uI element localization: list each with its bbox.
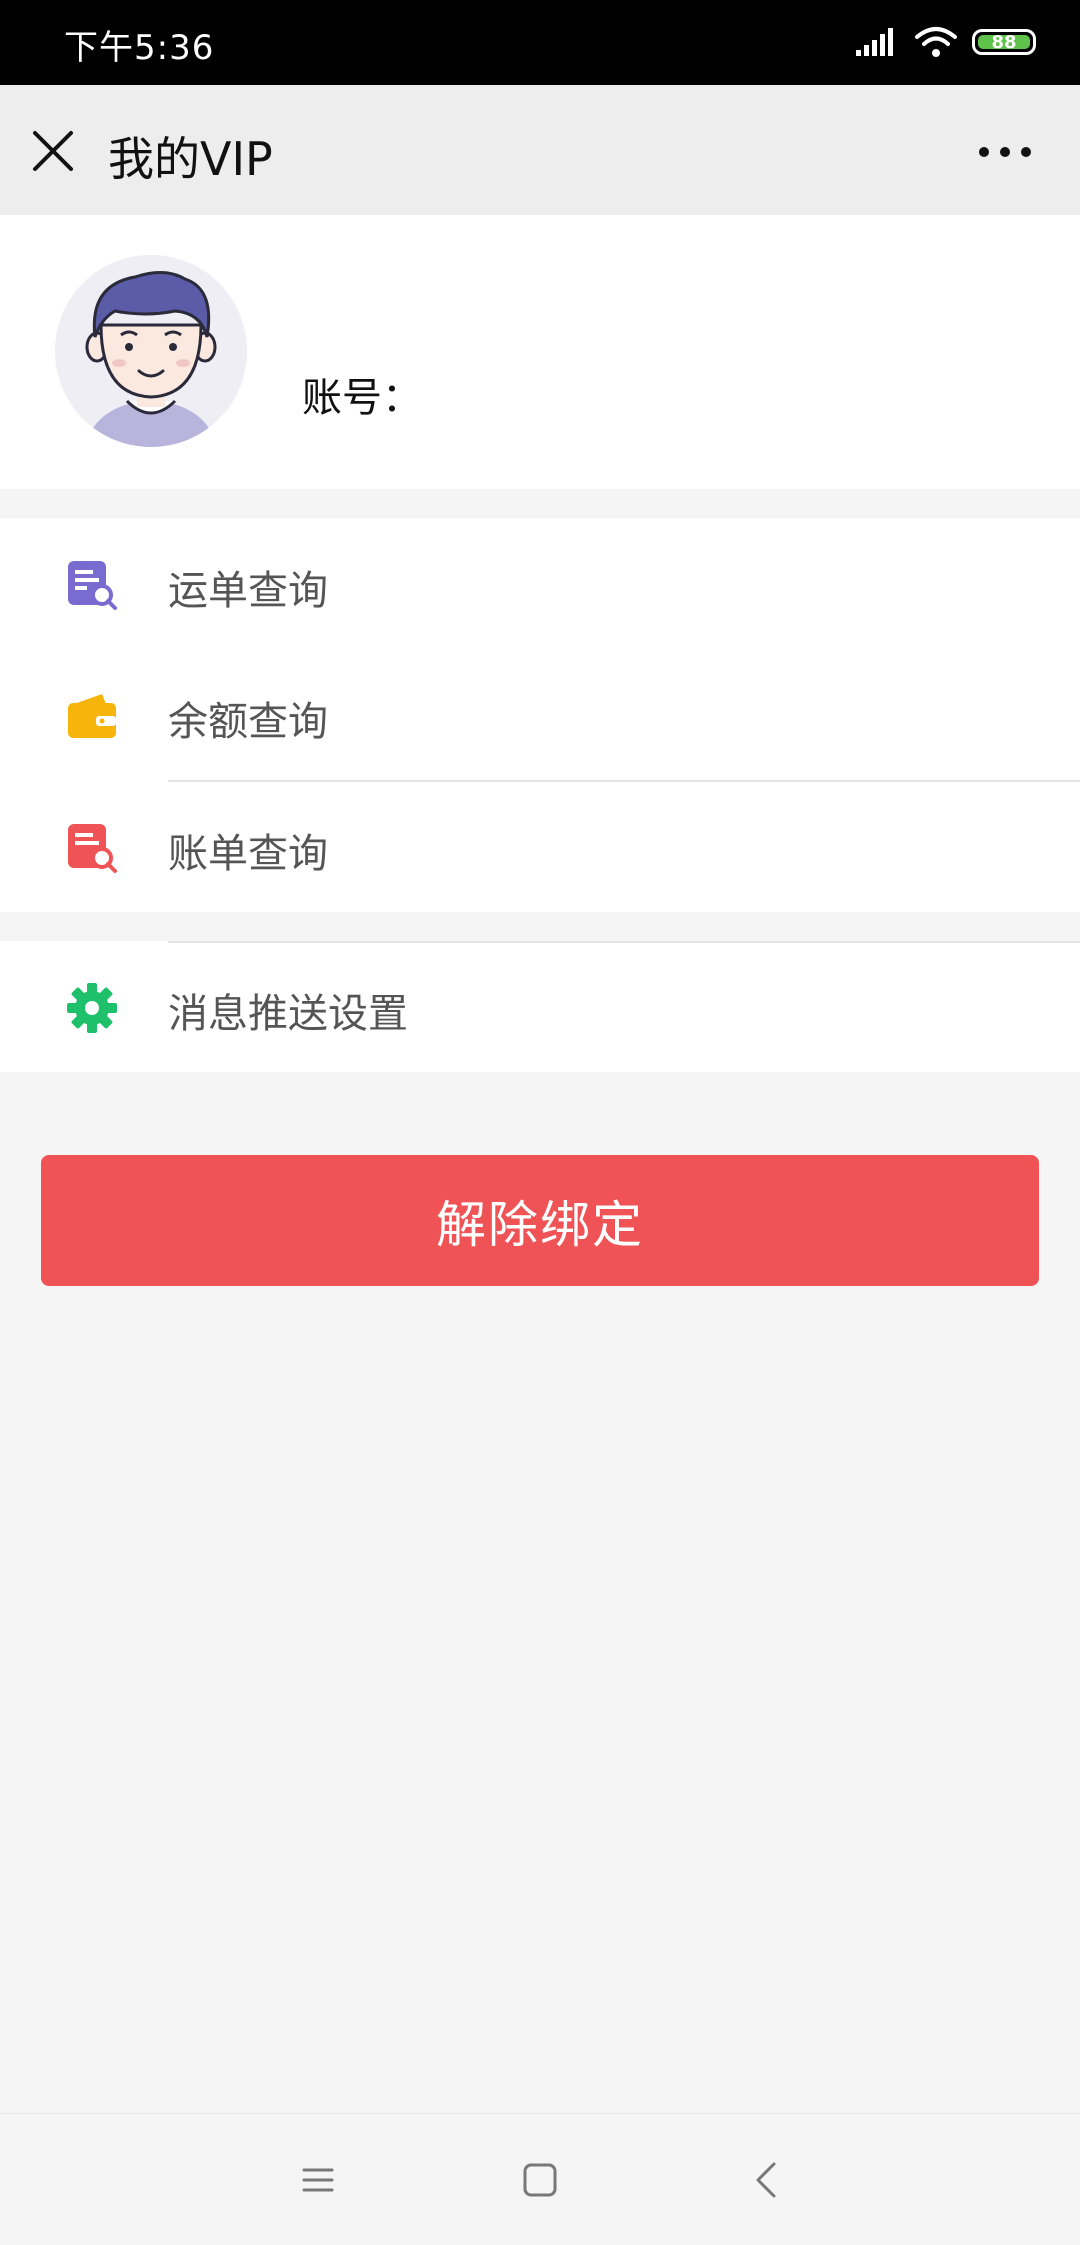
menu-icon[interactable] — [294, 2156, 342, 2204]
status-bar: 下午5:36 88 — [0, 0, 1080, 85]
menu-item-waybill-search[interactable]: 运单查询 — [0, 518, 1080, 649]
more-icon[interactable] — [975, 140, 1035, 164]
page-title: 我的VIP — [108, 132, 273, 186]
menu-item-bill-search[interactable]: 账单查询 — [0, 781, 1080, 912]
avatar — [55, 255, 247, 447]
home-icon[interactable] — [516, 2156, 564, 2204]
signal-icon — [856, 28, 893, 56]
avatar-illustration — [55, 255, 247, 447]
title-bar: 我的VIP — [0, 85, 1080, 215]
status-time: 下午5:36 — [64, 28, 215, 68]
wifi-icon — [915, 27, 957, 57]
unbind-button[interactable]: 解除绑定 — [41, 1155, 1039, 1286]
menu-item-label: 账单查询 — [168, 831, 328, 877]
wallet-icon — [68, 694, 116, 738]
menu-item-balance-search[interactable]: 余额查询 — [0, 649, 1080, 780]
battery-level: 88 — [978, 34, 1030, 52]
settings-group: 消息推送设置 — [0, 941, 1080, 1072]
menu-item-label: 消息推送设置 — [168, 991, 408, 1037]
system-nav-bar — [0, 2113, 1080, 2245]
menu-item-label: 余额查询 — [168, 699, 328, 745]
close-icon[interactable] — [32, 130, 74, 172]
bill-search-icon — [68, 824, 117, 873]
battery-icon: 88 — [972, 29, 1036, 55]
menu-item-push-settings[interactable]: 消息推送设置 — [0, 941, 1080, 1072]
gear-icon — [67, 983, 117, 1033]
account-label: 账号： — [302, 375, 422, 421]
menu-item-label: 运单查询 — [168, 568, 328, 614]
profile-card: 账号： — [0, 215, 1080, 489]
menu-group: 运单查询 余额查询 账单查询 — [0, 518, 1080, 912]
back-icon[interactable] — [744, 2156, 792, 2204]
waybill-search-icon — [68, 561, 117, 610]
